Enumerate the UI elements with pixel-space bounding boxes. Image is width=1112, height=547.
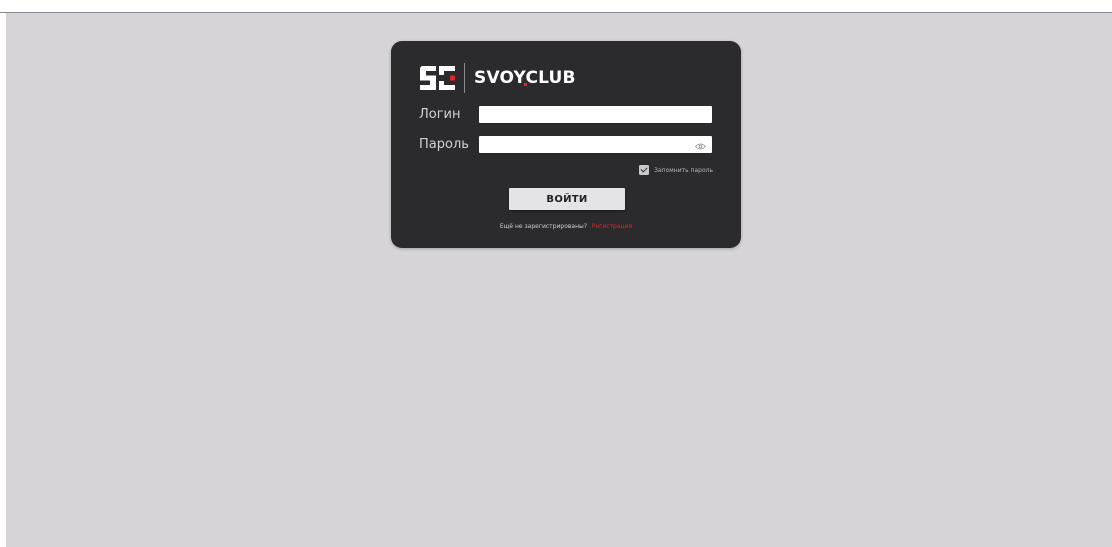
login-button[interactable]: ВОЙТИ bbox=[509, 188, 625, 210]
browser-top-bar bbox=[0, 0, 1112, 13]
brand-name: SVOYCLUB bbox=[474, 68, 576, 88]
remember-checkbox[interactable] bbox=[639, 165, 650, 175]
page-background: SVOYCLUB Логин Пароль Запомнить пароль В… bbox=[6, 13, 1112, 547]
password-label: Пароль bbox=[419, 137, 469, 152]
login-label: Логин bbox=[419, 107, 461, 122]
svoyclub-logo[interactable]: SVOYCLUB bbox=[419, 63, 576, 93]
password-input[interactable] bbox=[479, 136, 712, 153]
remember-label: Запомнить пароль bbox=[654, 166, 713, 174]
brand-accent-dot bbox=[524, 83, 527, 86]
register-prompt: Ещё не зарегистрированы? Регистрация bbox=[391, 223, 741, 230]
remember-password[interactable]: Запомнить пароль bbox=[639, 165, 713, 175]
sc-logo-mark-icon bbox=[420, 66, 455, 90]
login-input[interactable] bbox=[479, 106, 712, 123]
register-question: Ещё не зарегистрированы? bbox=[499, 223, 587, 230]
logo-divider bbox=[464, 63, 465, 93]
register-link[interactable]: Регистрация bbox=[592, 223, 632, 230]
eye-icon[interactable] bbox=[695, 143, 706, 150]
login-card: SVOYCLUB Логин Пароль Запомнить пароль В… bbox=[391, 41, 741, 248]
